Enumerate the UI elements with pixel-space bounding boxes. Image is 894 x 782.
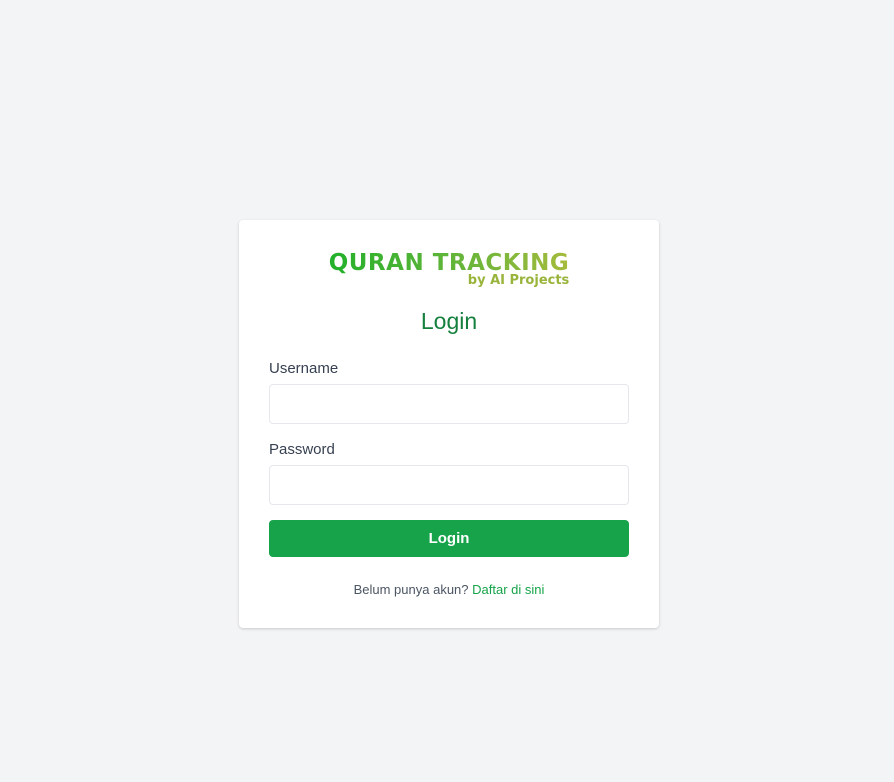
username-input[interactable] [269, 384, 629, 424]
page-title: Login [420, 308, 478, 334]
login-card: QURAN TRACKING by AI Projects Login User… [239, 220, 659, 628]
register-prompt: Belum punya akun? Daftar di sini [239, 582, 659, 597]
login-button[interactable]: Login [269, 520, 629, 557]
app-logo: QURAN TRACKING by AI Projects [239, 252, 659, 288]
password-input[interactable] [269, 465, 629, 505]
username-label: Username [269, 360, 339, 377]
register-link[interactable]: Daftar di sini [472, 582, 544, 597]
password-label: Password [269, 441, 335, 458]
logo-title: QURAN TRACKING [328, 250, 570, 276]
register-prompt-text: Belum punya akun? [353, 582, 469, 597]
